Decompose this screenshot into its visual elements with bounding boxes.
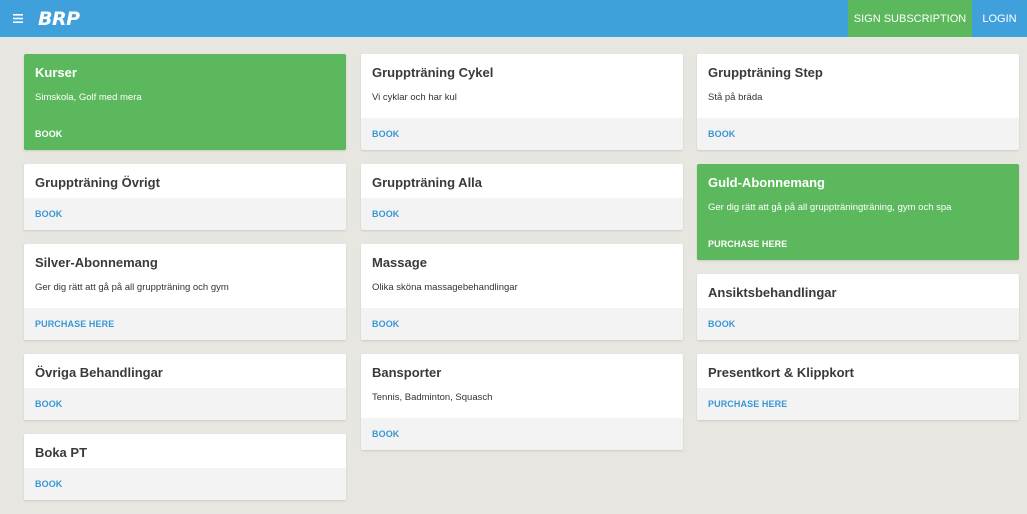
card-massage: Massage Olika sköna massagebehandlingar … [361,244,683,340]
sign-subscription-button[interactable]: SIGN SUBSCRIPTION [848,0,972,37]
purchase-button[interactable]: PURCHASE HERE [35,319,114,329]
card-description: Olika sköna massagebehandlingar [372,282,518,293]
hamburger-menu-icon[interactable] [8,0,28,37]
card-description: Stå på bräda [708,92,763,103]
card-title: Gruppträning Cykel [372,65,494,80]
card-title: Guld-Abonnemang [708,175,825,190]
column-2: Gruppträning Cykel Vi cyklar och har kul… [361,54,683,464]
card-description: Simskola, Golf med mera [35,92,142,103]
column-3: Gruppträning Step Stå på bräda BOOK Guld… [697,54,1019,434]
book-button[interactable]: BOOK [372,319,399,329]
card-grupptraning-alla: Gruppträning Alla BOOK [361,164,683,230]
card-description: Vi cyklar och har kul [372,92,457,103]
book-button[interactable]: BOOK [35,399,62,409]
card-presentkort-klippkort: Presentkort & Klippkort PURCHASE HERE [697,354,1019,420]
column-1: Kurser Simskola, Golf med mera BOOK Grup… [24,54,346,514]
card-grupptraning-cykel: Gruppträning Cykel Vi cyklar och har kul… [361,54,683,150]
purchase-button[interactable]: PURCHASE HERE [708,399,787,409]
card-description: Tennis, Badminton, Squasch [372,392,493,403]
card-title: Gruppträning Övrigt [35,175,160,190]
card-description: Ger dig rätt att gå på all gruppträning … [35,282,229,293]
card-title: Ansiktsbehandlingar [708,285,837,300]
card-title: Massage [372,255,427,270]
book-button[interactable]: BOOK [35,479,62,489]
top-bar: BRP SIGN SUBSCRIPTION LOGIN [0,0,1027,37]
card-bansporter: Bansporter Tennis, Badminton, Squasch BO… [361,354,683,450]
card-silver-abonnemang: Silver-Abonnemang Ger dig rätt att gå på… [24,244,346,340]
brp-logo[interactable]: BRP [38,8,80,30]
card-ansiktsbehandlingar: Ansiktsbehandlingar BOOK [697,274,1019,340]
book-button[interactable]: BOOK [35,209,62,219]
card-description: Ger dig rätt att gå på all gruppträningt… [708,202,952,213]
card-title: Bansporter [372,365,442,380]
card-title: Kurser [35,65,77,80]
book-button[interactable]: BOOK [708,319,735,329]
card-title: Silver-Abonnemang [35,255,158,270]
book-button[interactable]: BOOK [35,129,62,139]
book-button[interactable]: BOOK [708,129,735,139]
book-button[interactable]: BOOK [372,129,399,139]
login-button[interactable]: LOGIN [972,0,1027,37]
purchase-button[interactable]: PURCHASE HERE [708,239,787,249]
card-boka-pt: Boka PT BOOK [24,434,346,500]
card-guld-abonnemang: Guld-Abonnemang Ger dig rätt att gå på a… [697,164,1019,260]
card-ovriga-behandlingar: Övriga Behandlingar BOOK [24,354,346,420]
card-grupptraning-ovrigt: Gruppträning Övrigt BOOK [24,164,346,230]
card-title: Övriga Behandlingar [35,365,163,380]
book-button[interactable]: BOOK [372,209,399,219]
card-kurser: Kurser Simskola, Golf med mera BOOK [24,54,346,150]
card-title: Presentkort & Klippkort [708,365,854,380]
card-title: Gruppträning Alla [372,175,483,190]
card-title: Boka PT [35,445,88,460]
card-grupptraning-step: Gruppträning Step Stå på bräda BOOK [697,54,1019,150]
book-button[interactable]: BOOK [372,429,399,439]
card-title: Gruppträning Step [708,65,823,80]
